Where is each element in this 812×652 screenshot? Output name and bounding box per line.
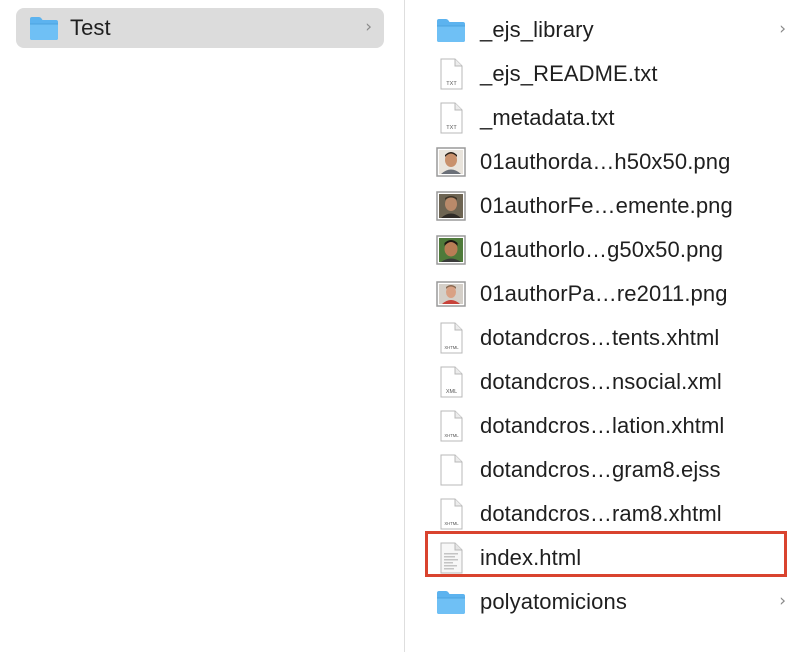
file-row-contents-xhtml[interactable]: XHTML dotandcros…tents.xhtml — [435, 318, 812, 358]
file-type-badge: XML — [446, 389, 457, 395]
file-type-badge: TXT — [446, 125, 457, 131]
file-row-lation-xhtml[interactable]: XHTML dotandcros…lation.xhtml — [435, 406, 812, 446]
annotation-highlight-box — [425, 531, 787, 577]
folder-row-test[interactable]: Test › — [16, 8, 384, 48]
file-row-author-pa[interactable]: 01authorPa…re2011.png — [435, 274, 812, 314]
file-row-author-lo[interactable]: 01authorlo…g50x50.png — [435, 230, 812, 270]
file-row-author-da[interactable]: 01authorda…h50x50.png — [435, 142, 812, 182]
folder-icon — [435, 586, 467, 618]
file-type-badge: XHTML — [444, 521, 459, 526]
file-label: 01authorlo…g50x50.png — [480, 237, 724, 262]
file-label: polyatomicions — [480, 589, 627, 614]
file-row-ram8-xhtml[interactable]: XHTML dotandcros…ram8.xhtml — [435, 494, 812, 534]
xml-file-icon: XML — [435, 366, 467, 398]
folder-row-ejs-library[interactable]: _ejs_library › — [435, 10, 812, 50]
folder-icon — [28, 12, 60, 44]
png-thumbnail-icon — [435, 278, 467, 310]
file-row-author-fe[interactable]: 01authorFe…emente.png — [435, 186, 812, 226]
chevron-right-icon: › — [779, 19, 786, 39]
file-type-badge: XHTML — [444, 433, 459, 438]
chevron-right-icon: › — [779, 591, 786, 611]
file-row-gram8-ejss[interactable]: dotandcros…gram8.ejss — [435, 450, 812, 490]
file-label: dotandcros…gram8.ejss — [480, 457, 721, 482]
txt-file-icon: TXT — [435, 102, 467, 134]
file-label: dotandcros…tents.xhtml — [480, 325, 720, 350]
xhtml-file-icon: XHTML — [435, 410, 467, 442]
xhtml-file-icon: XHTML — [435, 498, 467, 530]
file-type-badge: XHTML — [444, 345, 459, 350]
file-label: _metadata.txt — [480, 105, 615, 130]
file-label: 01authorPa…re2011.png — [480, 281, 728, 306]
folder-label: Test — [70, 15, 111, 40]
file-row-ejs-readme[interactable]: TXT _ejs_README.txt — [435, 54, 812, 94]
txt-file-icon: TXT — [435, 58, 467, 90]
png-thumbnail-icon — [435, 190, 467, 222]
folder-icon — [435, 14, 467, 46]
file-type-badge: TXT — [446, 81, 457, 87]
file-label: _ejs_README.txt — [480, 61, 658, 86]
chevron-right-icon: › — [365, 17, 372, 37]
file-label: _ejs_library — [480, 17, 594, 42]
file-label: dotandcros…ram8.xhtml — [480, 501, 722, 526]
file-label: 01authorFe…emente.png — [480, 193, 733, 218]
png-thumbnail-icon — [435, 234, 467, 266]
folder-row-polyatomicions[interactable]: polyatomicions › — [435, 582, 812, 622]
blank-file-icon — [435, 454, 467, 486]
xhtml-file-icon: XHTML — [435, 322, 467, 354]
file-row-metadata[interactable]: TXT _metadata.txt — [435, 98, 812, 138]
finder-column-browser: Test › _ejs_library › TXT _ejs_README.tx… — [0, 0, 812, 652]
file-label: dotandcros…lation.xhtml — [480, 413, 725, 438]
file-label: 01authorda…h50x50.png — [480, 149, 731, 174]
column-test-parent: Test › — [0, 0, 404, 652]
file-label: dotandcros…nsocial.xml — [480, 369, 722, 394]
file-row-nsocial-xml[interactable]: XML dotandcros…nsocial.xml — [435, 362, 812, 402]
png-thumbnail-icon — [435, 146, 467, 178]
